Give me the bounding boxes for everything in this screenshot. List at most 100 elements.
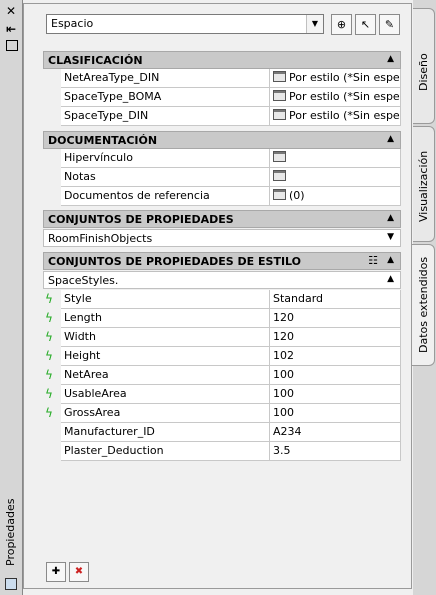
property-name: NetArea xyxy=(61,366,270,385)
property-value[interactable]: 100 xyxy=(270,366,401,385)
section-header-conjuntos[interactable]: CONJUNTOS DE PROPIEDADES ▲ xyxy=(43,210,401,228)
property-value[interactable]: Standard xyxy=(270,290,401,309)
property-value[interactable]: Por estilo (*Sin especificar*) xyxy=(270,107,401,126)
pickadd-icon[interactable]: ✎ xyxy=(379,14,400,35)
tab-datos-extendidos[interactable]: Datos extendidos xyxy=(412,244,435,366)
object-type-select[interactable]: Espacio ▼ xyxy=(46,14,324,34)
property-value-text: 100 xyxy=(273,387,294,400)
remove-property-sets-icon[interactable]: ✖ xyxy=(69,562,89,582)
section-title: CONJUNTOS DE PROPIEDADES xyxy=(48,213,234,226)
collapse-icon[interactable]: ▲ xyxy=(387,255,394,265)
chevron-down-icon[interactable]: ▼ xyxy=(387,232,394,242)
collapse-icon[interactable]: ▲ xyxy=(387,54,394,64)
property-editor-icon[interactable] xyxy=(273,170,286,181)
quick-select-icon[interactable]: ↖ xyxy=(355,14,376,35)
property-value-text: Por estilo (*Sin especificar*) xyxy=(289,109,400,122)
property-value[interactable]: Por estilo (*Sin especificar*) xyxy=(270,88,401,107)
property-editor-icon[interactable] xyxy=(273,71,286,82)
section-header-documentacion[interactable]: DOCUMENTACIÓN ▲ xyxy=(43,131,401,149)
collapse-icon[interactable]: ▲ xyxy=(387,274,394,284)
tab-diseno[interactable]: Diseño xyxy=(413,8,435,124)
property-value[interactable]: 3.5 xyxy=(270,442,401,461)
row-gutter: ϟ xyxy=(43,404,61,423)
autohide-icon[interactable]: ⇤ xyxy=(3,22,19,36)
property-set-roomfinish[interactable]: RoomFinishObjects ▼ xyxy=(43,229,401,247)
property-name: Hipervínculo xyxy=(61,149,270,168)
row-gutter: ϟ xyxy=(43,309,61,328)
row-gutter xyxy=(43,168,61,187)
section-header-conjuntos-estilo[interactable]: CONJUNTOS DE PROPIEDADES DE ESTILO ☷ ▲ xyxy=(43,252,401,270)
edit-property-sets-icon[interactable]: ☷ xyxy=(368,254,378,267)
row-gutter xyxy=(43,149,61,168)
property-value[interactable]: 120 xyxy=(270,328,401,347)
property-row[interactable]: Hipervínculo xyxy=(43,149,401,168)
property-value[interactable]: 102 xyxy=(270,347,401,366)
property-name: SpaceType_BOMA xyxy=(61,88,270,107)
property-value[interactable]: Por estilo (*Sin especificar*) xyxy=(270,69,401,88)
property-name: Width xyxy=(61,328,270,347)
property-row[interactable]: ϟ Width 120 xyxy=(43,328,401,347)
property-name: UsableArea xyxy=(61,385,270,404)
row-gutter xyxy=(43,442,61,461)
property-editor-icon[interactable] xyxy=(273,90,286,101)
section-header-clasificacion[interactable]: CLASIFICACIÓN ▲ xyxy=(43,51,401,69)
property-row[interactable]: Plaster_Deduction 3.5 xyxy=(43,442,401,461)
property-value-text: 120 xyxy=(273,311,294,324)
property-value-text: A234 xyxy=(273,425,302,438)
property-editor-icon[interactable] xyxy=(273,151,286,162)
row-gutter xyxy=(43,88,61,107)
property-row[interactable]: ϟ NetArea 100 xyxy=(43,366,401,385)
property-row[interactable]: Manufacturer_ID A234 xyxy=(43,423,401,442)
object-type-value: Espacio xyxy=(51,17,94,30)
property-value-text: 120 xyxy=(273,330,294,343)
row-gutter: ϟ xyxy=(43,290,61,309)
property-value[interactable]: 100 xyxy=(270,404,401,423)
property-name: GrossArea xyxy=(61,404,270,423)
property-row[interactable]: SpaceType_BOMA Por estilo (*Sin especific… xyxy=(43,88,401,107)
property-value[interactable]: 100 xyxy=(270,385,401,404)
tab-visualizacion[interactable]: Visualización xyxy=(413,126,435,242)
property-name: Height xyxy=(61,347,270,366)
property-value[interactable] xyxy=(270,168,401,187)
property-value-text: 100 xyxy=(273,368,294,381)
property-set-spacestyles[interactable]: SpaceStyles. ▲ xyxy=(43,271,401,289)
property-row[interactable]: SpaceType_DIN Por estilo (*Sin especifica… xyxy=(43,107,401,126)
collapse-icon[interactable]: ▲ xyxy=(387,134,394,144)
property-value[interactable]: A234 xyxy=(270,423,401,442)
property-editor-icon[interactable] xyxy=(273,109,286,120)
automatic-property-icon: ϟ xyxy=(45,387,53,401)
property-row[interactable]: Notas xyxy=(43,168,401,187)
automatic-property-icon: ϟ xyxy=(45,311,53,325)
properties-menu-icon[interactable] xyxy=(6,40,18,51)
add-property-sets-icon[interactable]: ✚ xyxy=(46,562,66,582)
property-editor-icon[interactable] xyxy=(273,189,286,200)
property-name: Style xyxy=(61,290,270,309)
collapse-icon[interactable]: ▲ xyxy=(387,213,394,223)
close-icon[interactable]: ✕ xyxy=(3,4,19,18)
property-name: Plaster_Deduction xyxy=(61,442,270,461)
property-row[interactable]: ϟ UsableArea 100 xyxy=(43,385,401,404)
chevron-down-icon[interactable]: ▼ xyxy=(306,15,323,33)
property-value[interactable]: 120 xyxy=(270,309,401,328)
property-value-text: Por estilo (*Sin especificar*) xyxy=(289,71,400,84)
palette-settings-icon[interactable] xyxy=(5,578,17,590)
property-row[interactable]: ϟ Height 102 xyxy=(43,347,401,366)
tab-datos-extendidos-label: Datos extendidos xyxy=(417,256,430,353)
section-title: CONJUNTOS DE PROPIEDADES DE ESTILO xyxy=(48,255,302,268)
property-row[interactable]: ϟ Style Standard xyxy=(43,290,401,309)
select-objects-icon[interactable]: ⊕ xyxy=(331,14,352,35)
row-gutter xyxy=(43,107,61,126)
property-row[interactable]: Documentos de referencia (0) xyxy=(43,187,401,206)
property-name: Length xyxy=(61,309,270,328)
property-value[interactable] xyxy=(270,149,401,168)
palette-tabs: Diseño Visualización Datos extendidos xyxy=(412,0,436,595)
row-gutter: ϟ xyxy=(43,328,61,347)
property-row[interactable]: NetAreaType_DIN Por estilo (*Sin especifi… xyxy=(43,69,401,88)
property-name: SpaceType_DIN xyxy=(61,107,270,126)
property-value[interactable]: (0) xyxy=(270,187,401,206)
property-value-text: 3.5 xyxy=(273,444,291,457)
property-row[interactable]: ϟ Length 120 xyxy=(43,309,401,328)
property-row[interactable]: ϟ GrossArea 100 xyxy=(43,404,401,423)
property-name: Manufacturer_ID xyxy=(61,423,270,442)
row-gutter: ϟ xyxy=(43,347,61,366)
